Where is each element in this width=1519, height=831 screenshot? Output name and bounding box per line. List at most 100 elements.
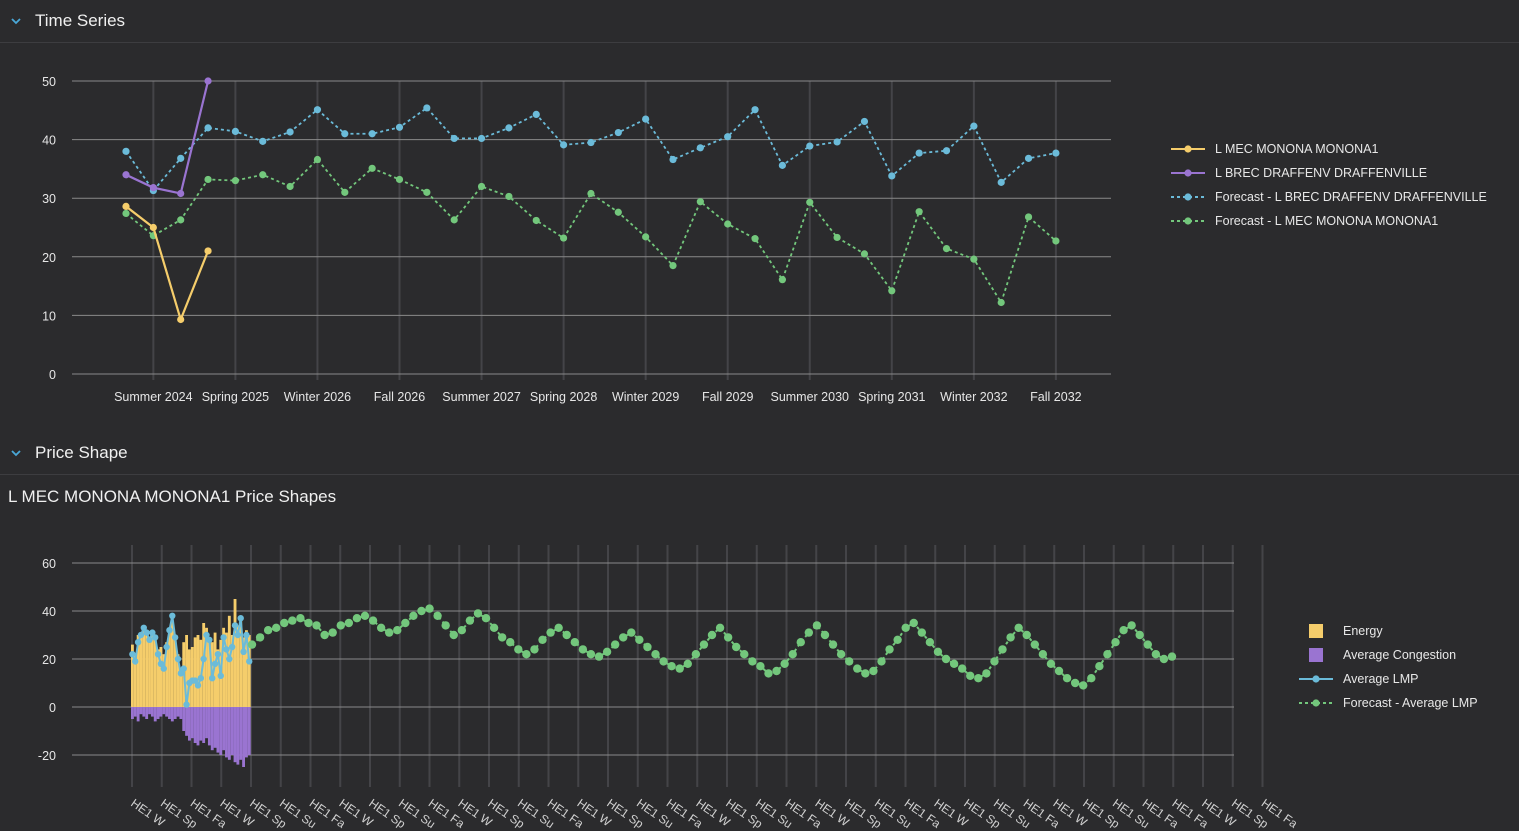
data-point bbox=[341, 130, 349, 138]
forecast-lmp-point bbox=[247, 640, 257, 649]
forecast-lmp-point bbox=[1014, 623, 1023, 632]
forecast-lmp-point bbox=[1022, 630, 1031, 640]
energy-bar bbox=[168, 632, 171, 707]
forecast-lmp-point bbox=[861, 669, 870, 678]
legend-item[interactable]: L BREC DRAFFENV DRAFFENVILLE bbox=[1170, 161, 1487, 185]
lmp-point bbox=[143, 629, 150, 636]
forecast-lmp-point bbox=[1006, 633, 1015, 642]
data-point bbox=[122, 209, 130, 218]
time-series-header[interactable]: Time Series bbox=[0, 0, 1519, 43]
data-point bbox=[368, 164, 376, 172]
forecast-lmp-point bbox=[788, 650, 797, 659]
forecast-lmp-point bbox=[909, 618, 918, 628]
energy-bar bbox=[148, 637, 151, 707]
data-point bbox=[888, 172, 896, 180]
lmp-point bbox=[217, 672, 224, 679]
lmp-point bbox=[197, 675, 204, 682]
data-point bbox=[450, 216, 458, 224]
forecast-lmp-point bbox=[320, 630, 329, 640]
forecast-lmp-point bbox=[877, 657, 886, 666]
forecast-lmp-point bbox=[1070, 678, 1080, 688]
legend-label: Average Congestion bbox=[1343, 648, 1457, 662]
forecast-lmp-point bbox=[828, 640, 838, 649]
legend-item[interactable]: Forecast - Average LMP bbox=[1298, 691, 1478, 715]
forecast-lmp-point bbox=[1038, 650, 1048, 659]
data-point bbox=[587, 138, 595, 147]
data-point bbox=[614, 208, 622, 216]
forecast-lmp-point bbox=[1111, 638, 1120, 647]
forecast-lmp-point bbox=[562, 630, 571, 640]
data-point bbox=[532, 216, 540, 225]
congestion-bar bbox=[219, 707, 223, 755]
chevron-down-icon[interactable] bbox=[10, 15, 22, 27]
data-point bbox=[560, 141, 568, 149]
congestion-bar bbox=[150, 707, 154, 717]
congestion-bar bbox=[205, 707, 208, 739]
x-tick-label: Summer 2030 bbox=[770, 390, 849, 404]
forecast-lmp-point bbox=[844, 657, 854, 666]
series-line bbox=[125, 158, 1057, 305]
forecast-lmp-point bbox=[441, 621, 450, 630]
congestion-bar bbox=[247, 707, 251, 755]
forecast-lmp-point bbox=[715, 623, 725, 632]
legend-item[interactable]: Forecast - L BREC DRAFFENV DRAFFENVILLE bbox=[1170, 185, 1487, 209]
x-tick-label: Spring 2025 bbox=[202, 390, 269, 404]
forecast-lmp-point bbox=[990, 657, 999, 666]
data-point bbox=[970, 255, 978, 263]
data-point bbox=[751, 235, 759, 243]
legend-item[interactable]: Average LMP bbox=[1298, 667, 1478, 691]
x-tick-label: Summer 2027 bbox=[442, 390, 521, 404]
time-series-chart: Summer 2024 Spring 2025 Winter 2026 Fall 20… bbox=[42, 75, 1111, 404]
data-point bbox=[532, 110, 540, 119]
price-shape-chart: HE1 WHE1 SpHE1 FaHE1 WHE1 SpHE1 SuHE1 Fa… bbox=[38, 545, 1300, 831]
data-point bbox=[669, 155, 677, 164]
congestion-bar bbox=[179, 707, 183, 719]
congestion-bar bbox=[233, 707, 237, 763]
congestion-bar bbox=[170, 707, 174, 722]
forecast-lmp-point bbox=[376, 623, 386, 632]
data-point bbox=[259, 171, 267, 179]
legend-label: Average LMP bbox=[1343, 672, 1419, 686]
forecast-lmp-point bbox=[368, 616, 378, 625]
forecast-lmp-point bbox=[497, 633, 507, 642]
energy-bar bbox=[196, 635, 200, 707]
forecast-lmp-point bbox=[288, 616, 297, 625]
price-shape-header[interactable]: Price Shape bbox=[0, 432, 1519, 475]
chevron-down-icon[interactable] bbox=[10, 447, 22, 459]
x-tick-label: Winter 2029 bbox=[612, 390, 679, 404]
data-point bbox=[942, 147, 951, 155]
forecast-lmp-point bbox=[586, 650, 596, 659]
lmp-point bbox=[152, 634, 159, 641]
congestion-bar bbox=[242, 707, 245, 767]
data-point bbox=[997, 178, 1005, 186]
legend-item[interactable]: Average Congestion bbox=[1298, 643, 1478, 667]
data-point bbox=[341, 188, 349, 196]
data-point bbox=[313, 106, 322, 114]
lmp-point bbox=[206, 636, 213, 643]
data-point bbox=[149, 223, 157, 232]
congestion-bar bbox=[133, 707, 137, 717]
forecast-lmp-point bbox=[538, 635, 547, 644]
legend-item[interactable]: Forecast - L MEC MONONA MONONA1 bbox=[1170, 209, 1487, 233]
legend-label: Energy bbox=[1343, 624, 1383, 638]
forecast-lmp-point bbox=[352, 614, 362, 623]
data-point bbox=[231, 127, 239, 135]
forecast-lmp-point bbox=[1135, 630, 1144, 640]
legend-swatch bbox=[1171, 145, 1205, 153]
forecast-lmp-point bbox=[619, 633, 628, 642]
data-point bbox=[1024, 154, 1033, 162]
forecast-lmp-point bbox=[901, 623, 910, 632]
price-shape-legend: Energy Average Congestion Average LMP Forec… bbox=[1298, 619, 1478, 715]
congestion-bar bbox=[148, 707, 151, 715]
forecast-lmp-point bbox=[272, 623, 281, 632]
legend-item[interactable]: L MEC MONONA MONONA1 bbox=[1170, 137, 1487, 161]
forecast-lmp-point bbox=[1159, 654, 1169, 664]
data-point bbox=[1024, 213, 1033, 221]
forecast-lmp-point bbox=[820, 630, 830, 640]
legend-item[interactable]: Energy bbox=[1298, 619, 1478, 643]
lmp-point bbox=[174, 655, 182, 663]
lmp-point bbox=[134, 639, 142, 646]
data-point bbox=[560, 234, 568, 242]
y-tick-label: 10 bbox=[42, 309, 56, 323]
x-tick-label: Fall 2029 bbox=[702, 390, 753, 404]
